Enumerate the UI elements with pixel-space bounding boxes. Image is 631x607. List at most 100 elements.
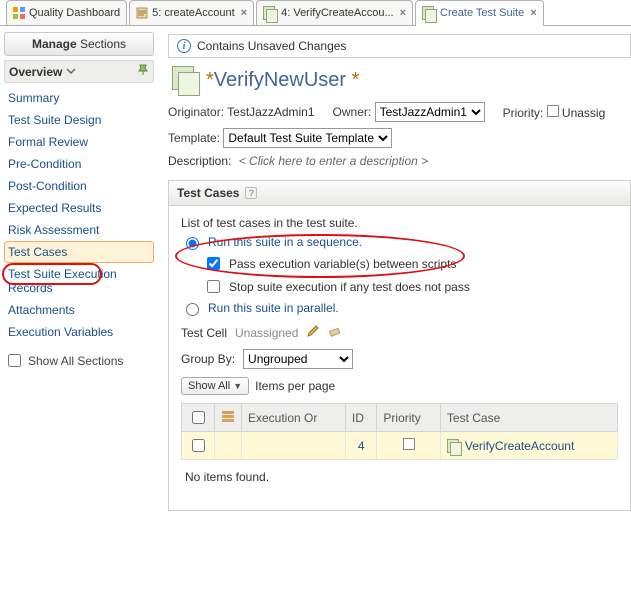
sidebar-item-risk-assessment[interactable]: Risk Assessment xyxy=(4,219,154,241)
group-by-label: Group By: xyxy=(181,352,235,366)
dashboard-icon xyxy=(13,7,25,19)
execution-order-cell xyxy=(242,432,346,460)
owner-select[interactable]: TestJazzAdmin1 xyxy=(375,102,485,122)
id-cell[interactable]: 4 xyxy=(345,432,377,460)
stop-on-fail-option[interactable]: Stop suite execution if any test does no… xyxy=(203,277,618,296)
close-icon[interactable]: × xyxy=(400,7,406,19)
label: Stop suite execution if any test does no… xyxy=(229,280,470,294)
checkbox[interactable] xyxy=(8,354,21,367)
test-case-table: Execution Or ID Priority Test Case 4 xyxy=(181,403,618,460)
test-cell-label: Test Cell xyxy=(181,326,227,340)
section-body: List of test cases in the test suite. Ru… xyxy=(168,206,631,511)
select-all-header[interactable] xyxy=(182,404,215,432)
id-header[interactable]: ID xyxy=(345,404,377,432)
tab-create-test-suite[interactable]: Create Test Suite × xyxy=(415,0,544,25)
pass-variables-option[interactable]: Pass execution variable(s) between scrip… xyxy=(203,254,618,273)
page-title[interactable]: *VerifyNewUser * xyxy=(206,69,359,92)
originator-value: TestJazzAdmin1 xyxy=(227,105,314,119)
clear-icon[interactable] xyxy=(328,324,342,341)
show-all-sections-checkbox[interactable]: Show All Sections xyxy=(4,351,154,370)
section-intro: List of test cases in the test suite. xyxy=(181,216,618,230)
sidebar-item-test-cases[interactable]: Test Cases xyxy=(4,241,154,263)
checkbox[interactable] xyxy=(207,257,220,270)
tab-create-account[interactable]: 5: createAccount × xyxy=(129,0,254,25)
label: Show All xyxy=(188,380,230,392)
chevron-down-icon xyxy=(66,65,76,79)
row-type-cell xyxy=(215,432,242,460)
chevron-down-icon: ▼ xyxy=(233,381,242,391)
test-case-header[interactable]: Test Case xyxy=(440,404,617,432)
test-cell-value: Unassigned xyxy=(235,326,298,340)
edit-icon[interactable] xyxy=(306,324,320,341)
label: Manage xyxy=(32,37,77,51)
template-select[interactable]: Default Test Suite Template xyxy=(223,128,392,148)
checkbox[interactable] xyxy=(207,280,220,293)
label: Pass execution variable(s) between scrip… xyxy=(229,257,456,271)
description-placeholder[interactable]: < Click here to enter a description > xyxy=(239,154,428,168)
tab-quality-dashboard[interactable]: Quality Dashboard xyxy=(6,0,127,25)
priority-icon xyxy=(403,438,415,450)
priority-icon xyxy=(547,105,559,117)
sidebar-item-expected-results[interactable]: Expected Results xyxy=(4,197,154,219)
row-select-cell[interactable] xyxy=(182,432,215,460)
close-icon[interactable]: × xyxy=(241,7,247,19)
unsaved-changes-banner: i Contains Unsaved Changes xyxy=(168,34,631,58)
tab-label: Quality Dashboard xyxy=(29,7,120,19)
section-header-test-cases: Test Cases ? xyxy=(168,180,631,206)
help-icon[interactable]: ? xyxy=(245,187,257,199)
show-all-button[interactable]: Show All ▼ xyxy=(181,377,249,395)
label: Run this suite in parallel. xyxy=(208,301,339,315)
tab-label: 5: createAccount xyxy=(152,7,235,19)
tab-label: Create Test Suite xyxy=(440,7,524,19)
test-suite-icon xyxy=(172,66,200,94)
tab-label: 4: VerifyCreateAccou... xyxy=(281,7,394,19)
tab-verify-create-account[interactable]: 4: VerifyCreateAccou... × xyxy=(256,0,413,25)
priority-value[interactable]: Unassig xyxy=(562,106,605,120)
description-label: Description: xyxy=(168,154,231,168)
title-row: *VerifyNewUser * xyxy=(172,66,631,94)
label: Overview xyxy=(9,65,62,79)
radio[interactable] xyxy=(186,237,199,250)
sidebar-item-test-suite-execution-records[interactable]: Test Suite Execution Records xyxy=(4,263,154,299)
meta-row-2: Template: Default Test Suite Template xyxy=(168,128,631,148)
pin-icon[interactable] xyxy=(137,64,149,79)
checkbox[interactable] xyxy=(192,439,205,452)
close-icon[interactable]: × xyxy=(530,7,536,19)
sidebar-item-execution-variables[interactable]: Execution Variables xyxy=(4,321,154,343)
label: Show All Sections xyxy=(28,354,123,368)
priority-label: Priority: xyxy=(503,106,544,120)
group-by-row: Group By: Ungrouped xyxy=(181,349,618,369)
message: Contains Unsaved Changes xyxy=(197,39,346,53)
sidebar-item-pre-condition[interactable]: Pre-Condition xyxy=(4,153,154,175)
sidebar-item-summary[interactable]: Summary xyxy=(4,87,154,109)
priority-header[interactable]: Priority xyxy=(377,404,440,432)
sidebar-item-formal-review[interactable]: Formal Review xyxy=(4,131,154,153)
priority-cell xyxy=(377,432,440,460)
execution-order-header[interactable]: Execution Or xyxy=(242,404,346,432)
sidebar-item-post-condition[interactable]: Post-Condition xyxy=(4,175,154,197)
label: Run this suite in a sequence. xyxy=(208,235,362,249)
sidebar-item-test-suite-design[interactable]: Test Suite Design xyxy=(4,109,154,131)
test-case-link[interactable]: VerifyCreateAccount xyxy=(465,439,574,453)
suite-icon xyxy=(263,6,277,20)
suite-icon xyxy=(422,6,436,20)
dirty-marker: * xyxy=(346,69,359,91)
description-row: Description: < Click here to enter a des… xyxy=(168,154,631,168)
table-row[interactable]: 4 VerifyCreateAccount xyxy=(182,432,618,460)
run-parallel-option[interactable]: Run this suite in parallel. xyxy=(181,300,618,316)
radio[interactable] xyxy=(186,303,199,316)
label: Sections xyxy=(77,37,126,51)
template-label: Template: xyxy=(168,131,220,145)
items-per-page-label: Items per page xyxy=(255,379,335,393)
type-column-header[interactable] xyxy=(215,404,242,432)
test-case-cell[interactable]: VerifyCreateAccount xyxy=(440,432,617,460)
sidebar-item-attachments[interactable]: Attachments xyxy=(4,299,154,321)
run-sequence-option[interactable]: Run this suite in a sequence. xyxy=(181,234,618,250)
manage-sections-button[interactable]: Manage Sections xyxy=(4,32,154,56)
group-by-select[interactable]: Ungrouped xyxy=(243,349,353,369)
suite-icon xyxy=(447,439,461,453)
content-area: i Contains Unsaved Changes *VerifyNewUse… xyxy=(158,26,631,607)
owner-label: Owner: xyxy=(333,105,372,119)
overview-header[interactable]: Overview xyxy=(4,60,154,83)
checkbox[interactable] xyxy=(192,411,205,424)
